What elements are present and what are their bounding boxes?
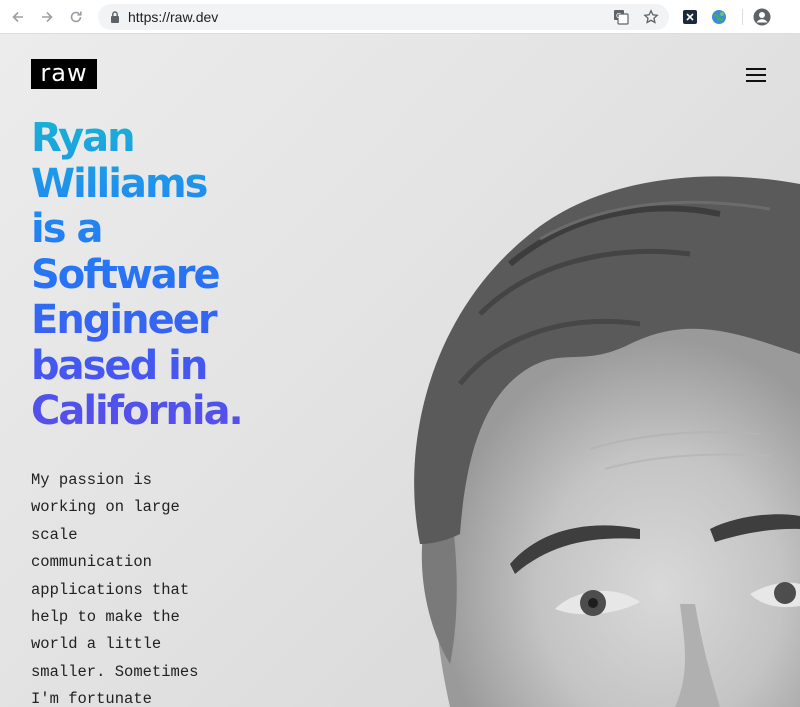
hero-headline: Ryan Williams is a Software Engineer bas… (31, 115, 391, 435)
star-icon[interactable] (643, 9, 659, 25)
bio-line: My passion is (31, 471, 152, 489)
headline-line: Ryan (31, 115, 391, 162)
page-content: raw Ryan Williams is a Software Engineer… (0, 34, 800, 707)
hero-bio: My passion is working on large scale com… (31, 467, 221, 707)
headline-line: Williams (31, 161, 391, 208)
arrow-right-icon[interactable] (37, 7, 57, 27)
svg-text:G: G (616, 12, 621, 20)
bio-line: I'm fortunate (31, 690, 152, 707)
portrait-photo (414, 176, 800, 707)
bio-line: applications that (31, 580, 190, 599)
headline-line: based in (31, 343, 391, 390)
lock-icon[interactable] (107, 9, 123, 25)
bio-line: help to make the (31, 608, 180, 627)
globe-extension-icon[interactable] (710, 8, 728, 26)
url-text[interactable]: https://raw.dev (128, 9, 218, 25)
address-bar[interactable]: https://raw.dev G (98, 4, 669, 30)
site-logo[interactable]: raw (31, 59, 97, 89)
headline-line: California. (31, 388, 391, 435)
bio-line: communication (31, 553, 152, 572)
headline-line: Software (31, 252, 391, 299)
bio-line: scale (31, 525, 78, 544)
profile-icon[interactable] (753, 8, 771, 26)
bio-line: smaller. Sometimes (31, 662, 199, 681)
translate-icon[interactable]: G (613, 9, 629, 25)
toolbar-divider (742, 9, 743, 25)
headline-line: is a (31, 206, 391, 253)
browser-toolbar: https://raw.dev G (0, 0, 800, 34)
reload-icon[interactable] (66, 7, 86, 27)
bio-line: working on large (31, 498, 180, 517)
bio-line: world a little (31, 635, 162, 654)
headline-line: Engineer (31, 297, 391, 344)
arrow-left-icon[interactable] (8, 7, 28, 27)
hamburger-menu-icon[interactable] (742, 66, 770, 88)
x-extension-icon[interactable] (681, 8, 699, 26)
